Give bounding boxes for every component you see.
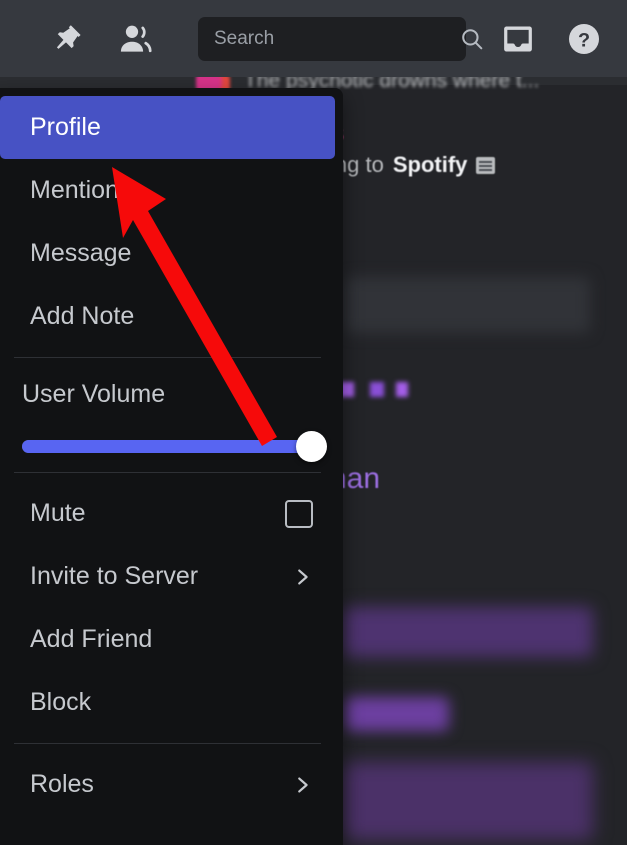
menu-item-label: Block: [30, 688, 92, 716]
svg-text:?: ?: [578, 29, 590, 51]
inbox-icon[interactable]: [496, 17, 540, 61]
search-icon[interactable]: [459, 26, 485, 52]
menu-item-block[interactable]: Block: [0, 671, 335, 734]
menu-divider: [14, 743, 321, 744]
search-box[interactable]: [198, 16, 483, 61]
menu-item-mute[interactable]: Mute: [0, 482, 335, 545]
role-chip: [343, 762, 593, 840]
help-icon[interactable]: ?: [562, 17, 606, 61]
slider-thumb[interactable]: [296, 431, 327, 462]
menu-item-add-friend[interactable]: Add Friend: [0, 608, 335, 671]
channel-toolbar: ?: [0, 0, 627, 77]
menu-item-profile[interactable]: Profile: [0, 96, 335, 159]
menu-item-label: Mention: [30, 176, 119, 204]
chevron-right-icon: [291, 566, 313, 588]
menu-item-add-note[interactable]: Add Note: [0, 285, 335, 348]
profile-badges: [340, 382, 408, 397]
menu-item-label: Mute: [30, 499, 86, 527]
role-chip: [345, 697, 449, 731]
user-volume-label: User Volume: [22, 380, 166, 408]
menu-item-message[interactable]: Message: [0, 222, 335, 285]
menu-item-label: Invite to Server: [30, 562, 199, 590]
user-profile-popout: [338, 85, 627, 845]
user-context-menu: Profile Mention Message Add Note User Vo…: [0, 88, 343, 845]
activity-status: ing to Spotify: [330, 152, 496, 178]
search-input[interactable]: [214, 27, 459, 50]
menu-divider: [14, 357, 321, 358]
user-volume-control: User Volume: [0, 367, 343, 463]
menu-divider: [14, 472, 321, 473]
profile-banner-block: [345, 277, 590, 333]
menu-item-label: Add Friend: [30, 625, 153, 653]
menu-item-invite-to-server[interactable]: Invite to Server: [0, 545, 335, 608]
menu-item-mention[interactable]: Mention: [0, 159, 335, 222]
role-chip: [343, 607, 593, 657]
menu-item-label: Message: [30, 239, 132, 267]
menu-item-label: Profile: [30, 113, 101, 141]
user-volume-slider[interactable]: [22, 429, 327, 463]
menu-item-label: Roles: [30, 770, 94, 798]
chevron-right-icon: [291, 774, 313, 796]
menu-item-label: Add Note: [30, 302, 135, 330]
members-icon[interactable]: [112, 16, 158, 62]
mute-checkbox[interactable]: [285, 499, 313, 528]
pin-icon[interactable]: [42, 16, 88, 62]
slider-fill: [22, 440, 306, 453]
document-icon: [476, 156, 496, 174]
menu-item-roles[interactable]: Roles: [0, 753, 335, 816]
activity-app-name: Spotify: [392, 152, 468, 177]
